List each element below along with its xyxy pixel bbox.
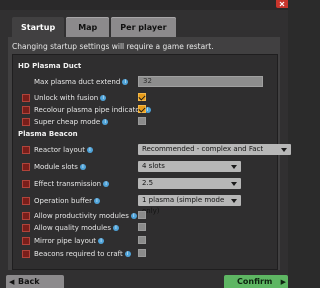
- setting-label: Beacons required to craft i: [34, 250, 131, 258]
- restart-notice: Changing startup settings will require a…: [12, 42, 214, 51]
- chevron-left-icon: ◀: [9, 278, 15, 286]
- modified-marker-icon[interactable]: [22, 236, 30, 245]
- tab-label: Startup: [21, 22, 56, 32]
- setting-label: Reactor layout i: [34, 146, 93, 154]
- info-icon: i: [86, 146, 93, 153]
- info-icon: i: [112, 224, 119, 231]
- back-button-label: Back: [18, 277, 40, 286]
- mirror-pipe-layout-checkbox[interactable]: [138, 236, 146, 244]
- confirm-button[interactable]: Confirm ▶: [224, 275, 288, 288]
- chevron-right-icon: ▶: [280, 278, 286, 286]
- setting-label: Mirror pipe layout i: [34, 237, 105, 245]
- setting-row-reactor-layout: Reactor layout i Recommended - complex an…: [22, 144, 291, 155]
- setting-label: Allow quality modules i: [34, 224, 119, 232]
- setting-label: Max plasma duct extend i: [34, 78, 129, 86]
- info-icon: i: [100, 94, 107, 101]
- reactor-layout-dropdown[interactable]: Recommended - complex and Fact: [138, 144, 291, 155]
- tab-label: Per player: [120, 22, 167, 32]
- modified-marker-icon[interactable]: [22, 196, 30, 205]
- info-icon: i: [124, 250, 131, 257]
- recolour-plasma-pipe-indicator-checkbox[interactable]: [138, 105, 146, 113]
- modified-marker-icon[interactable]: [22, 162, 30, 171]
- effect-transmission-dropdown[interactable]: 2.5: [138, 178, 241, 189]
- setting-row-super-cheap-mode: Super cheap mode i: [22, 116, 272, 127]
- setting-row-mirror-pipe-layout: Mirror pipe layout i: [22, 235, 272, 246]
- modified-marker-icon[interactable]: [22, 249, 30, 258]
- dropdown-value: Recommended - complex and Fact: [142, 145, 264, 153]
- setting-label: Unlock with fusion i: [34, 94, 107, 102]
- modified-marker-icon[interactable]: [22, 93, 30, 102]
- setting-row-beacons-required-to-craft: Beacons required to craft i: [22, 248, 272, 259]
- settings-tabs: Startup Map Per player: [12, 17, 176, 37]
- title-bar: [0, 0, 288, 10]
- info-icon: i: [98, 237, 105, 244]
- section-heading-hd-plasma-duct: HD Plasma Duct: [18, 62, 82, 70]
- setting-row-recolour-plasma-pipe-indicator: Recolour plasma pipe indicator i: [22, 104, 272, 115]
- back-button[interactable]: ◀ Back: [6, 275, 64, 288]
- tab-per-player[interactable]: Per player: [111, 17, 176, 37]
- setting-label: Effect transmission i: [34, 180, 110, 188]
- chevron-down-icon: [281, 148, 287, 152]
- modified-marker-icon[interactable]: [22, 145, 30, 154]
- close-icon: [279, 1, 285, 7]
- setting-row-unlock-with-fusion: Unlock with fusion i: [22, 92, 272, 103]
- modified-marker-icon[interactable]: [22, 105, 30, 114]
- setting-row-operation-buffer: Operation buffer i 1 plasma (simple mode …: [22, 195, 272, 215]
- setting-row-allow-quality-modules: Allow quality modules i: [22, 222, 272, 233]
- super-cheap-mode-checkbox[interactable]: [138, 117, 146, 125]
- tab-map[interactable]: Map: [66, 17, 110, 37]
- setting-label: Operation buffer i: [34, 197, 100, 205]
- setting-row-max-plasma-duct-extend: Max plasma duct extend i 32: [22, 76, 272, 87]
- unlock-with-fusion-checkbox[interactable]: [138, 93, 146, 101]
- close-button[interactable]: [276, 0, 288, 8]
- module-slots-dropdown[interactable]: 4 slots: [138, 161, 241, 172]
- chevron-down-icon: [231, 182, 237, 186]
- allow-productivity-modules-checkbox[interactable]: [138, 211, 146, 219]
- operation-buffer-dropdown[interactable]: 1 plasma (simple mode only): [138, 195, 241, 215]
- setting-row-allow-productivity-modules: Allow productivity modules i: [22, 210, 272, 221]
- chevron-down-icon: [231, 199, 237, 203]
- beacons-required-to-craft-checkbox[interactable]: [138, 249, 146, 257]
- modified-marker-icon[interactable]: [22, 179, 30, 188]
- modified-marker: [22, 78, 30, 86]
- tab-startup[interactable]: Startup: [12, 17, 65, 37]
- info-icon: i: [122, 78, 129, 85]
- setting-label: Super cheap mode i: [34, 118, 109, 126]
- tab-label: Map: [78, 22, 98, 32]
- setting-row-effect-transmission: Effect transmission i 2.5: [22, 178, 272, 189]
- modified-marker-icon[interactable]: [22, 211, 30, 220]
- setting-label: Allow productivity modules i: [34, 212, 137, 220]
- modified-marker-icon[interactable]: [22, 117, 30, 126]
- setting-label: Recolour plasma pipe indicator i: [34, 106, 151, 114]
- info-icon: i: [93, 197, 100, 204]
- info-icon: i: [130, 212, 137, 219]
- info-icon: i: [79, 163, 86, 170]
- info-icon: i: [103, 180, 110, 187]
- max-plasma-duct-extend-input[interactable]: 32: [138, 76, 263, 87]
- setting-row-module-slots: Module slots i 4 slots: [22, 161, 272, 172]
- allow-quality-modules-checkbox[interactable]: [138, 223, 146, 231]
- dropdown-value: 2.5: [142, 179, 154, 187]
- confirm-button-label: Confirm: [237, 277, 273, 286]
- setting-label: Module slots i: [34, 163, 86, 171]
- info-icon: i: [102, 118, 109, 125]
- chevron-down-icon: [231, 165, 237, 169]
- mod-settings-window: Startup Map Per player Changing startup …: [0, 0, 291, 288]
- section-heading-plasma-beacon: Plasma Beacon: [18, 130, 78, 138]
- modified-marker-icon[interactable]: [22, 223, 30, 232]
- dropdown-value: 4 slots: [142, 162, 165, 170]
